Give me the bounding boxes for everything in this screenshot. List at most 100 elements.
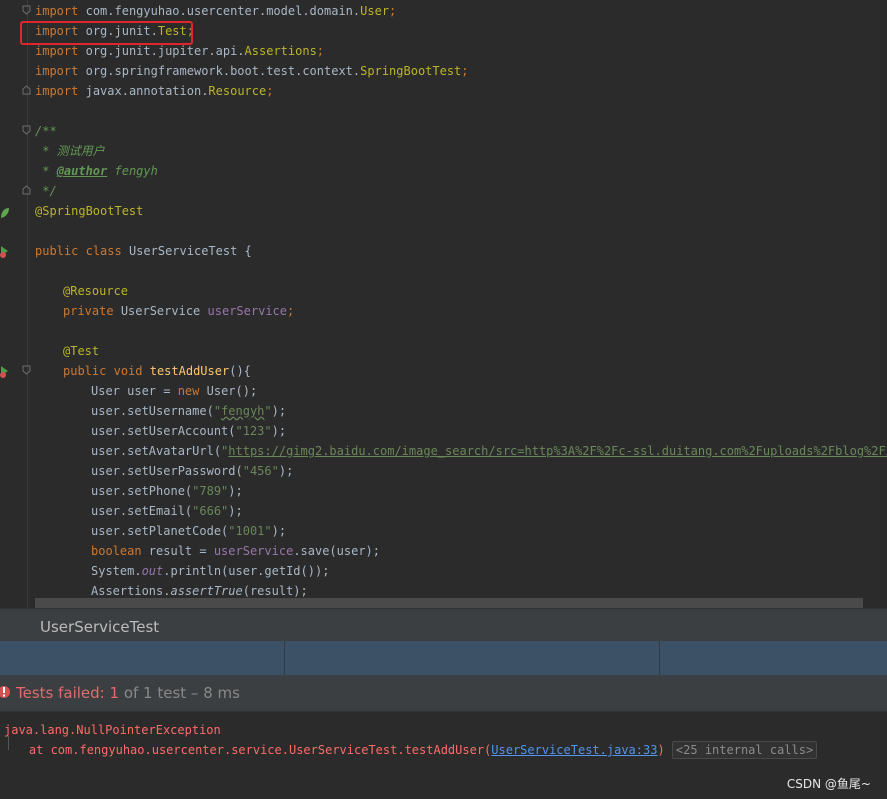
field-annotation[interactable]: @Resource xyxy=(63,281,128,301)
field-declaration[interactable]: private UserService userService; xyxy=(63,301,294,321)
code-line-import-resource[interactable]: import javax.annotation.Resource; xyxy=(35,81,273,101)
class-declaration[interactable]: public class UserServiceTest { xyxy=(35,241,252,261)
console-fold-line xyxy=(8,736,9,750)
code-text: result = xyxy=(141,544,214,558)
internal-calls-toggle[interactable]: <25 internal calls> xyxy=(671,741,818,759)
source-link[interactable]: UserServiceTest.java:33 xyxy=(491,743,657,757)
code-line-set-account[interactable]: user.setUserAccount("123"); xyxy=(91,421,286,441)
url-link[interactable]: https://gimg2.baidu.com/image_search/src… xyxy=(228,444,887,458)
code-text: user.setUserAccount( xyxy=(91,424,236,438)
package-path: javax.annotation. xyxy=(85,84,209,98)
code-text: ); xyxy=(278,464,294,478)
code-line-set-password[interactable]: user.setUserPassword("456"); xyxy=(91,461,293,481)
fold-marker-icon[interactable] xyxy=(22,85,31,95)
toolbar-divider xyxy=(284,641,285,675)
code-text: user.setUsername( xyxy=(91,404,214,418)
keyword: public xyxy=(63,364,107,378)
fold-marker-icon[interactable] xyxy=(22,185,31,195)
test-status-bar: Tests failed: 1 of 1 test – 8 ms xyxy=(0,675,887,712)
code-text: User(); xyxy=(199,384,258,398)
stacktrace-text: at com.fengyuhao.usercenter.service.User… xyxy=(0,743,492,757)
code-line-set-phone[interactable]: user.setPhone("789"); xyxy=(91,481,243,501)
field-ref: userService xyxy=(213,544,294,558)
fold-marker-icon[interactable] xyxy=(22,365,31,375)
code-text: ); xyxy=(271,524,287,538)
keyword: import xyxy=(35,84,79,98)
code-line-set-email[interactable]: user.setEmail("666"); xyxy=(91,501,243,521)
method-name: testAddUser xyxy=(149,364,230,378)
code-line-println[interactable]: System.out.println(user.getId()); xyxy=(91,561,329,581)
code-text: user.setPlanetCode( xyxy=(91,524,229,538)
keyword: private xyxy=(63,304,114,318)
keyword: import xyxy=(35,4,79,18)
doc-comment-author-line[interactable]: * @author fengyh xyxy=(35,161,158,181)
run-panel-header: UserServiceTest xyxy=(0,608,887,642)
imported-type: Assertions xyxy=(244,44,317,58)
highlight-box-annotation xyxy=(20,21,193,45)
doc-author-name: fengyh xyxy=(107,164,158,178)
imported-type: User xyxy=(360,4,390,18)
method-params: (){ xyxy=(229,364,251,378)
code-text: ); xyxy=(228,504,243,518)
code-text: ); xyxy=(271,424,287,438)
fold-marker-icon[interactable] xyxy=(22,5,31,15)
string-literal: "666" xyxy=(192,504,229,518)
run-test-icon[interactable] xyxy=(0,364,10,378)
semicolon: ; xyxy=(316,44,325,58)
code-text: User user = xyxy=(91,384,178,398)
keyword: import xyxy=(35,64,79,78)
class-annotation[interactable]: @SpringBootTest xyxy=(35,201,143,221)
exception-line: java.lang.NullPointerException xyxy=(4,723,221,737)
keyword: void xyxy=(113,364,143,378)
string-quote: " xyxy=(264,404,272,418)
doc-star: * xyxy=(35,164,57,178)
code-line-import-user[interactable]: import com.fengyuhao.usercenter.model.do… xyxy=(35,1,396,21)
doc-author-tag: @author xyxy=(56,164,108,178)
string-literal: "789" xyxy=(192,484,229,498)
method-declaration[interactable]: public void testAddUser(){ xyxy=(63,361,251,381)
run-tab-title[interactable]: UserServiceTest xyxy=(40,618,159,636)
horizontal-scrollbar[interactable] xyxy=(35,598,863,608)
code-text: user.setPhone( xyxy=(91,484,193,498)
code-line-new-user[interactable]: User user = new User(); xyxy=(91,381,257,401)
test-annotation[interactable]: @Test xyxy=(63,341,99,361)
string-literal: "456" xyxy=(242,464,279,478)
spring-leaf-icon[interactable] xyxy=(0,204,10,218)
run-test-icon[interactable] xyxy=(0,244,10,258)
code-text: user.setEmail( xyxy=(91,504,193,518)
string-literal: "1001" xyxy=(228,524,272,538)
imported-type: Resource xyxy=(208,84,267,98)
console-output[interactable]: java.lang.NullPointerException at com.fe… xyxy=(0,712,887,799)
code-text: .println(user.getId()); xyxy=(163,564,330,578)
code-text: System. xyxy=(91,564,142,578)
code-text: ); xyxy=(228,484,243,498)
code-text: .save(user); xyxy=(293,544,381,558)
code-editor[interactable]: import com.fengyuhao.usercenter.model.do… xyxy=(0,0,887,608)
doc-comment-open[interactable]: /** xyxy=(35,121,57,141)
string-quote: " xyxy=(213,404,222,418)
fold-marker-icon[interactable] xyxy=(22,125,31,135)
code-line-import-springboottest[interactable]: import org.springframework.boot.test.con… xyxy=(35,61,469,81)
doc-comment-description[interactable]: * 测试用户 xyxy=(35,141,104,161)
static-method: assertTrue xyxy=(170,584,243,598)
semicolon: ; xyxy=(266,84,274,98)
keyword: new xyxy=(177,384,200,398)
doc-comment-close[interactable]: */ xyxy=(35,181,56,201)
code-text: Assertions. xyxy=(91,584,171,598)
code-text: user.setAvatarUrl( xyxy=(91,444,222,458)
static-field: out xyxy=(141,564,164,578)
tests-failed-count: Tests failed: 1 xyxy=(16,684,120,702)
keyword: class xyxy=(85,244,122,258)
semicolon: ; xyxy=(389,4,397,18)
code-text: (result); xyxy=(242,584,308,598)
tests-summary: of 1 test – 8 ms xyxy=(119,684,240,702)
package-path: org.junit.jupiter.api. xyxy=(85,44,245,58)
code-line-set-planetcode[interactable]: user.setPlanetCode("1001"); xyxy=(91,521,286,541)
code-line-save[interactable]: boolean result = userService.save(user); xyxy=(91,541,380,561)
package-path: org.springframework.boot.test.context. xyxy=(85,64,361,78)
test-status-text: Tests failed: 1 of 1 test – 8 ms xyxy=(16,684,240,702)
code-line-set-username[interactable]: user.setUsername("fengyh"); xyxy=(91,401,286,421)
run-toolbar xyxy=(0,641,887,675)
code-line-set-avatar[interactable]: user.setAvatarUrl("https://gimg2.baidu.c… xyxy=(91,441,887,461)
string-literal: fengyh xyxy=(221,404,265,418)
